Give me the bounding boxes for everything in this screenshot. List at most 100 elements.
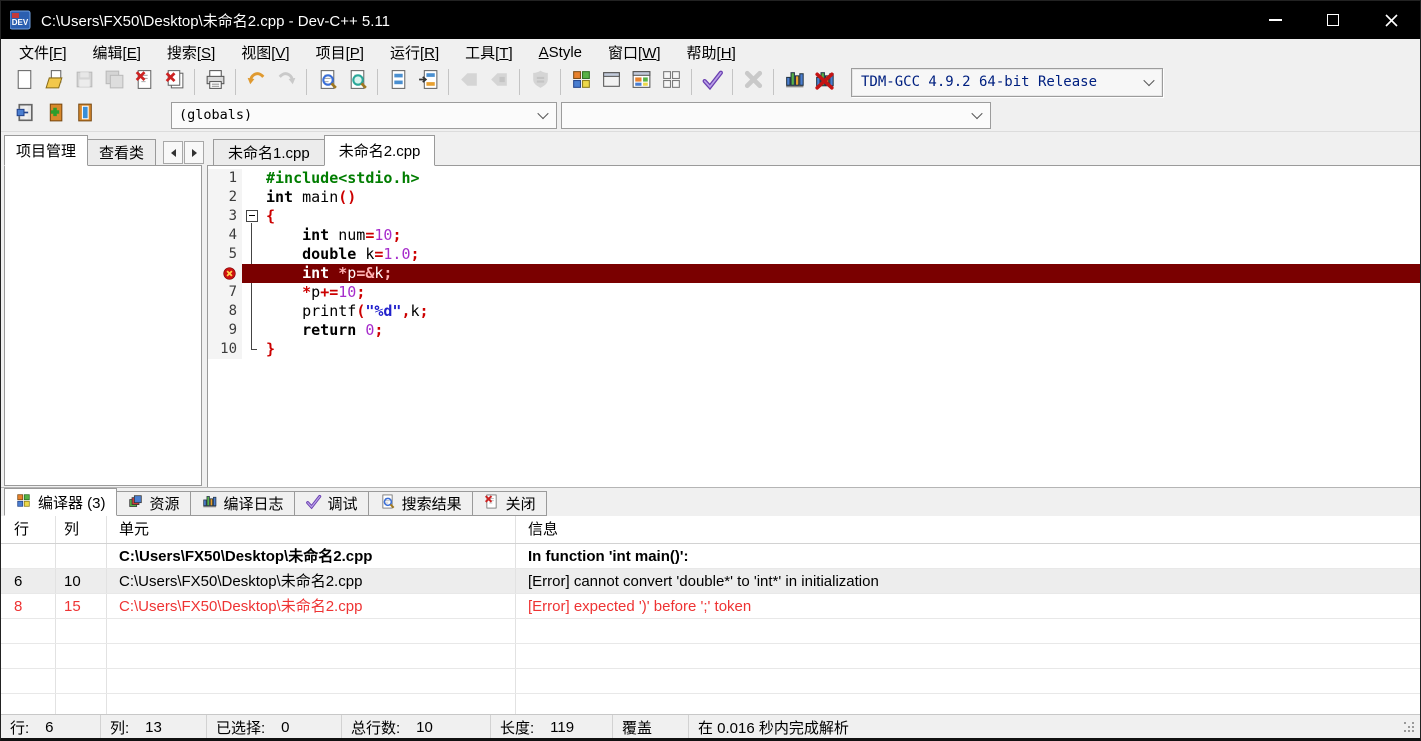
code-text[interactable]: double k=1.0; — [262, 245, 1420, 264]
print-button[interactable] — [200, 67, 230, 97]
cell-line: 8 — [1, 594, 56, 618]
undo-icon — [245, 68, 268, 96]
scroll-right-button[interactable] — [184, 141, 205, 164]
fold-margin[interactable] — [242, 207, 262, 226]
toggle-bookmark-button[interactable] — [39, 100, 69, 130]
menu-item-窗口[interactable]: 窗口[W] — [595, 39, 674, 66]
code-line-5: 5 double k=1.0; — [208, 245, 1420, 264]
fold-toggle-icon[interactable] — [246, 210, 258, 222]
editor-tab-未命名1.cpp[interactable]: 未命名1.cpp — [213, 139, 325, 166]
menu-item-文件[interactable]: 文件[F] — [6, 39, 80, 66]
new-source-file-button[interactable] — [9, 67, 39, 97]
editor-tab-未命名2.cpp[interactable]: 未命名2.cpp — [323, 135, 436, 166]
toolbar-separator — [448, 69, 449, 95]
close-button[interactable] — [1362, 1, 1420, 39]
menu-item-运行[interactable]: 运行[R] — [377, 39, 452, 66]
replace-all-button[interactable] — [413, 67, 443, 97]
table-row-empty — [1, 694, 1420, 714]
code-text[interactable]: *p+=10; — [262, 283, 1420, 302]
scope-select-value: (globals) — [179, 107, 253, 123]
replace-all-icon — [417, 68, 440, 96]
status-value: 0 — [281, 718, 290, 736]
report-tab-关闭[interactable]: 关闭 — [471, 491, 547, 516]
code-text[interactable]: int num=10; — [262, 226, 1420, 245]
menu-item-搜索[interactable]: 搜索[S] — [154, 39, 228, 66]
table-row[interactable]: 8 15 C:\Users\FX50\Desktop\未命名2.cpp [Error]… — [1, 594, 1420, 619]
menu-item-项目[interactable]: 项目[P] — [303, 39, 377, 66]
code-text[interactable]: #include<stdio.h> — [262, 169, 1420, 188]
syntax-check-button[interactable] — [697, 67, 727, 97]
status-在0.016秒内完成解析: 在 0.016 秒内完成解析 — [689, 715, 1420, 738]
delete-profiling-button[interactable] — [809, 67, 839, 97]
line-number: 5 — [208, 245, 242, 264]
compile-and-run-button[interactable] — [626, 67, 656, 97]
menu-item-工具[interactable]: 工具[T] — [452, 39, 526, 66]
left-tab-查看类[interactable]: 查看类 — [87, 139, 157, 166]
debug-icon — [305, 493, 322, 514]
toolbar-buttons — [9, 67, 839, 97]
table-row-empty — [1, 669, 1420, 694]
member-select[interactable] — [561, 101, 991, 129]
table-header: 行列单元 信息 — [1, 516, 1420, 544]
toolbar-separator — [773, 69, 774, 95]
code-text[interactable]: int *p=&k; — [262, 264, 1420, 283]
scroll-left-button[interactable] — [163, 141, 184, 164]
run-button[interactable] — [596, 67, 626, 97]
cell-col: 10 — [56, 569, 107, 593]
close-all-button[interactable] — [159, 67, 189, 97]
debug-stop-button — [525, 67, 555, 97]
replace-button[interactable] — [383, 67, 413, 97]
rebuild-all-button[interactable] — [656, 67, 686, 97]
undo-button[interactable] — [241, 67, 271, 97]
open-file-button[interactable] — [39, 67, 69, 97]
debug-next-button — [484, 67, 514, 97]
code-line-6: int *p=&k; — [208, 264, 1420, 283]
code-text[interactable]: return 0; — [262, 321, 1420, 340]
table-row-empty — [1, 644, 1420, 669]
main-toolbar: TDM-GCC 4.9.2 64-bit Release — [1, 65, 1420, 99]
find-in-files-button[interactable] — [342, 67, 372, 97]
left-tab-项目管理[interactable]: 项目管理 — [4, 135, 89, 166]
insert-button[interactable] — [9, 100, 39, 130]
line-number: 10 — [208, 340, 242, 359]
scope-select[interactable]: (globals) — [171, 101, 557, 129]
report-tab-资源[interactable]: 资源 — [115, 491, 191, 516]
code-line-10: 10} — [208, 340, 1420, 359]
code-text[interactable]: { — [262, 207, 1420, 226]
report-tab-搜索结果[interactable]: 搜索结果 — [367, 491, 473, 516]
compile-button[interactable] — [566, 67, 596, 97]
compiler-select[interactable]: TDM-GCC 4.9.2 64-bit Release — [851, 67, 1163, 97]
menu-item-AStyle[interactable]: AStyle — [526, 41, 595, 64]
code-text[interactable]: int main() — [262, 188, 1420, 207]
toolbar-separator — [194, 69, 195, 95]
table-row[interactable]: C:\Users\FX50\Desktop\未命名2.cpp In functio… — [1, 544, 1420, 569]
error-marker-icon — [208, 264, 242, 283]
menu-item-帮助[interactable]: 帮助[H] — [674, 39, 749, 66]
toolbar-separator — [732, 69, 733, 95]
code-text[interactable]: printf("%d",k; — [262, 302, 1420, 321]
profile-analysis-button[interactable] — [779, 67, 809, 97]
minimize-button[interactable] — [1246, 1, 1304, 39]
close-icon — [483, 493, 500, 514]
log-icon — [201, 493, 218, 514]
report-tab-label: 编译日志 — [223, 496, 284, 513]
resize-grip-icon[interactable] — [1404, 722, 1416, 734]
code-text[interactable]: } — [262, 340, 1420, 359]
status-label: 总行数: — [351, 719, 401, 737]
cell-message: In function 'int main()': — [528, 548, 689, 565]
report-tab-调试[interactable]: 调试 — [293, 491, 369, 516]
maximize-button[interactable] — [1304, 1, 1362, 39]
code-editor: 1 #include<stdio.h> 2 int main() 3{4 int num… — [207, 165, 1420, 487]
menu-item-编辑[interactable]: 编辑[E] — [80, 39, 154, 66]
report-tab-编译器[interactable]: 编译器 (3) — [4, 488, 117, 516]
compiler-message-table: 行列单元 信息 C:\Users\FX50\Desktop\未命名2.cpp In f… — [1, 516, 1420, 714]
report-tab-编译日志[interactable]: 编译日志 — [189, 491, 295, 516]
close-file-button[interactable] — [129, 67, 159, 97]
find-button[interactable] — [312, 67, 342, 97]
project-panel[interactable] — [4, 165, 202, 486]
goto-bookmark-button[interactable] — [69, 100, 99, 130]
status-label: 已选择: — [216, 719, 266, 737]
cell-empty — [516, 619, 1420, 643]
table-row[interactable]: 6 10 C:\Users\FX50\Desktop\未命名2.cpp [Error]… — [1, 569, 1420, 594]
menu-item-视图[interactable]: 视图[V] — [228, 39, 302, 66]
